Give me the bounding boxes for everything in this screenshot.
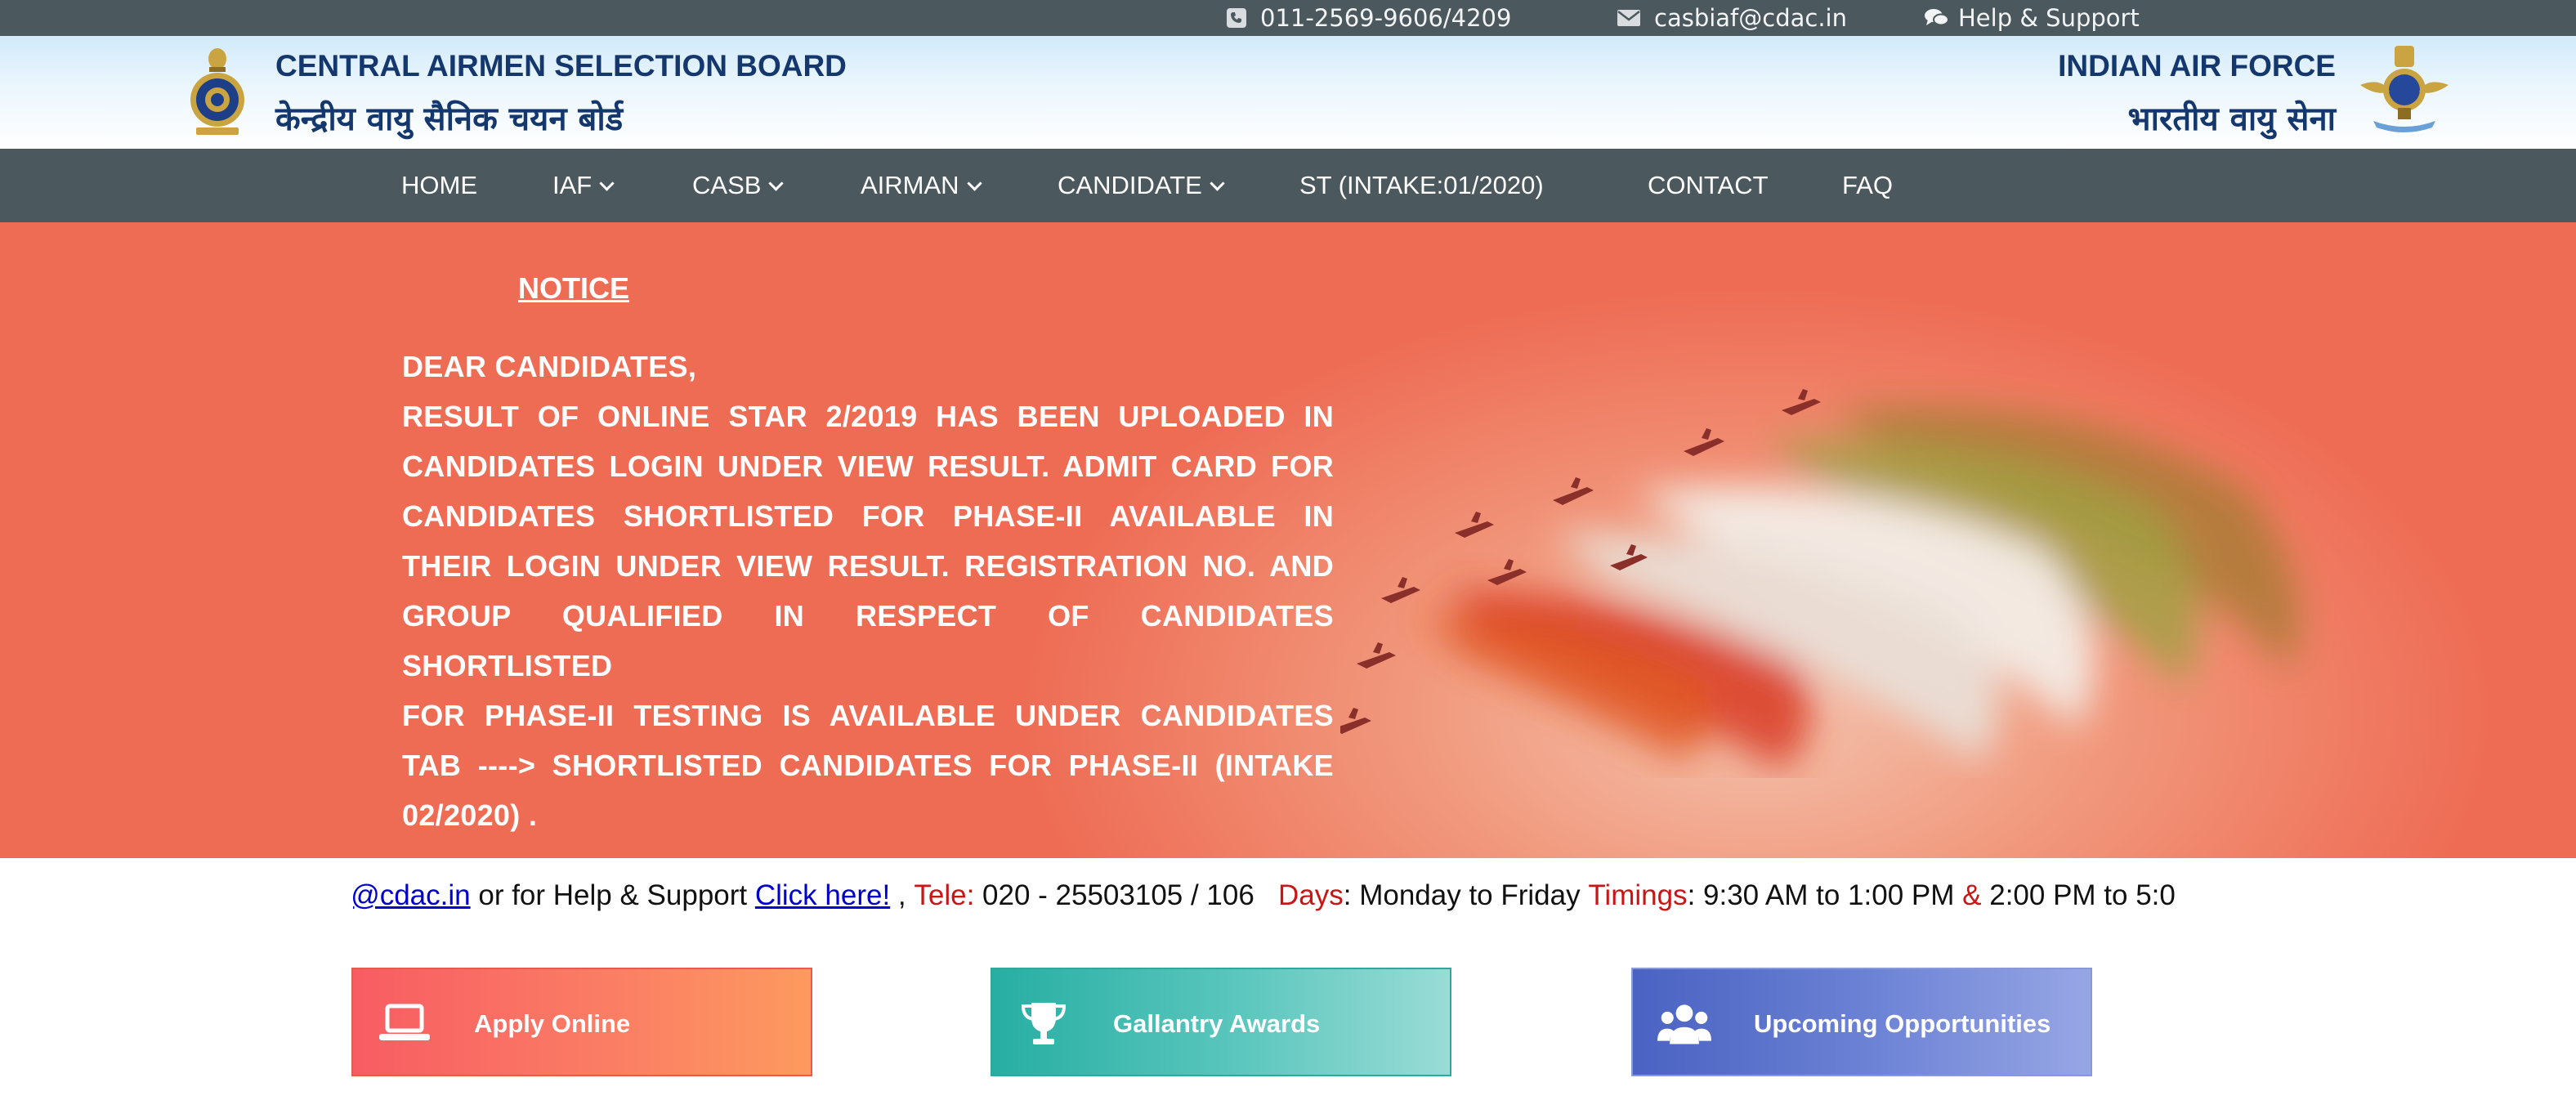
help-support-link[interactable]: Help & Support	[1924, 0, 2140, 36]
upcoming-opportunities-card[interactable]: Upcoming Opportunities	[1631, 968, 2092, 1076]
nav-st-intake-label: ST (INTAKE:01/2020)	[1299, 171, 1544, 199]
nav-casb[interactable]: CASB	[692, 149, 785, 222]
marquee-email-link[interactable]: af@cdac.in	[353, 879, 471, 912]
notice-line: CANDIDATES SHORTLISTED FOR PHASE-II AVAI…	[402, 499, 1334, 533]
tele-label: Tele:	[914, 879, 975, 911]
chat-bubbles-icon	[1924, 7, 1950, 29]
notice-line: 02/2020) .	[402, 798, 538, 832]
site-header: CENTRAL AIRMEN SELECTION BOARD केन्द्रीय…	[0, 36, 2576, 149]
nav-iaf-label: IAF	[552, 171, 593, 199]
tele-value: 020 - 25503105 / 106	[974, 879, 1263, 911]
timings-label: Timings	[1588, 879, 1688, 911]
marquee-help-text: or for Help & Support	[470, 879, 755, 911]
marquee-text: af@cdac.in or for Help & Support Click h…	[353, 873, 2176, 919]
click-here-link[interactable]: Click here!	[755, 879, 890, 912]
apply-online-card[interactable]: Apply Online	[351, 968, 812, 1076]
chevron-down-icon	[1210, 175, 1225, 191]
marquee-separator: ,	[890, 879, 915, 911]
org-name-english: CENTRAL AIRMEN SELECTION BOARD	[275, 49, 847, 83]
nav-home[interactable]: HOME	[401, 149, 477, 222]
phone-number[interactable]: 011-2569-9606/4209	[1260, 4, 1511, 32]
notice-line: FOR PHASE-II TESTING IS AVAILABLE UNDER …	[402, 699, 1334, 732]
notice-line: RESULT OF ONLINE STAR 2/2019 HAS BEEN UP…	[402, 400, 1334, 433]
email-contact: casbiaf@cdac.in	[1617, 0, 1847, 36]
laptop-icon	[378, 997, 432, 1049]
nav-contact[interactable]: CONTACT	[1648, 149, 1769, 222]
nav-candidate[interactable]: CANDIDATE	[1058, 149, 1225, 222]
nav-casb-label: CASB	[692, 171, 762, 199]
nav-contact-label: CONTACT	[1648, 171, 1769, 199]
notice-line: THEIR LOGIN UNDER VIEW RESULT. REGISTRAT…	[402, 549, 1334, 583]
top-contact-bar: 011-2569-9606/4209 casbiaf@cdac.in Help …	[0, 0, 2576, 36]
gallantry-awards-card[interactable]: Gallantry Awards	[991, 968, 1451, 1076]
email-link[interactable]: casbiaf@cdac.in	[1654, 4, 1847, 32]
envelope-icon	[1617, 9, 1641, 27]
notice-line: GROUP QUALIFIED IN RESPECT OF CANDIDATES…	[402, 599, 1334, 682]
nav-faq[interactable]: FAQ	[1842, 149, 1893, 222]
nav-home-label: HOME	[401, 171, 477, 199]
nav-st-intake[interactable]: ST (INTAKE:01/2020)	[1299, 149, 1544, 222]
ampersand: &	[1962, 879, 1982, 911]
timings-value: : 9:30 AM to 1:00 PM	[1687, 879, 1963, 911]
iaf-name-english: INDIAN AIR FORCE	[2058, 49, 2336, 83]
chevron-down-icon	[768, 175, 785, 191]
org-name-hindi: केन्द्रीय वायु सैनिक चयन बोर्ड	[275, 101, 624, 138]
notice-title: NOTICE	[518, 271, 630, 305]
gallantry-awards-label: Gallantry Awards	[1113, 1008, 1321, 1038]
iaf-name-hindi: भारतीय वायु सेना	[2127, 101, 2336, 138]
chevron-down-icon	[599, 175, 615, 191]
chevron-down-icon	[966, 175, 982, 191]
days-label: Days	[1278, 879, 1344, 911]
help-support-label: Help & Support	[1958, 4, 2140, 32]
days-value: : Monday to Friday	[1343, 879, 1589, 911]
notice-body: DEAR CANDIDATES, RESULT OF ONLINE STAR 2…	[402, 342, 1334, 840]
apply-online-label: Apply Online	[474, 1008, 631, 1038]
iaf-crest-icon[interactable]	[2357, 42, 2452, 141]
nav-candidate-label: CANDIDATE	[1058, 171, 1202, 199]
main-navigation: HOME IAF CASB AIRMAN CANDIDATE ST (INTAK…	[0, 149, 2576, 222]
phone-contact: 011-2569-9606/4209	[1226, 0, 1511, 36]
users-icon	[1657, 997, 1711, 1049]
contact-marquee: af@cdac.in or for Help & Support Click h…	[353, 873, 2223, 919]
trophy-icon	[1017, 997, 1071, 1049]
upcoming-opportunities-label: Upcoming Opportunities	[1754, 1008, 2051, 1038]
notice-banner: NOTICE DEAR CANDIDATES, RESULT OF ONLINE…	[0, 222, 2576, 858]
nav-iaf[interactable]: IAF	[552, 149, 615, 222]
aerobatic-jets-image	[1340, 389, 2299, 770]
casb-emblem-icon[interactable]	[185, 46, 250, 144]
notice-line: TAB ----> SHORTLISTED CANDIDATES FOR PHA…	[402, 749, 1334, 782]
phone-icon	[1226, 7, 1247, 29]
nav-faq-label: FAQ	[1842, 171, 1894, 199]
timings-value-2: 2:00 PM to 5:0	[1981, 879, 2176, 911]
notice-line: DEAR CANDIDATES,	[402, 350, 697, 383]
nav-airman-label: AIRMAN	[861, 171, 959, 199]
notice-line: CANDIDATES LOGIN UNDER VIEW RESULT. ADMI…	[402, 449, 1334, 483]
nav-airman[interactable]: AIRMAN	[861, 149, 982, 222]
